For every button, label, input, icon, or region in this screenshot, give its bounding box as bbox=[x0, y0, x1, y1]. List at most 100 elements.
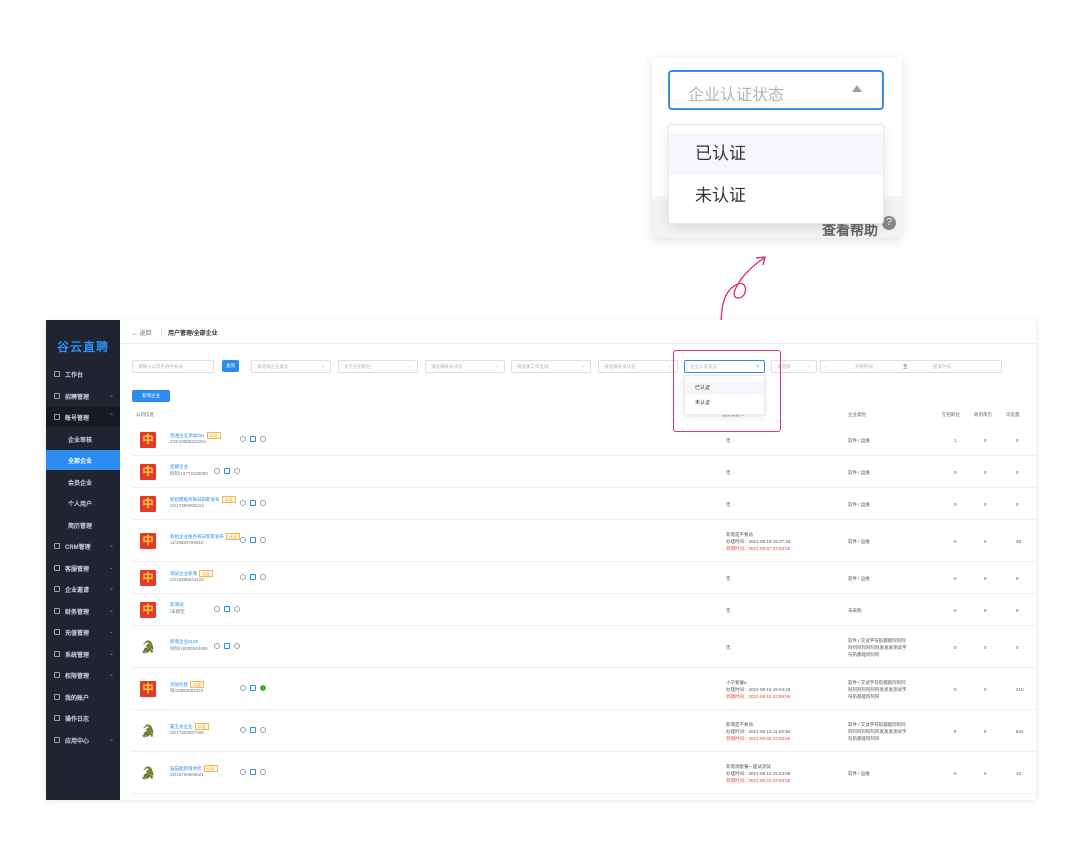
table-row[interactable]: 中 测试托管 认证 阳/18653683423 小宁套餐a 办理时间：2021-08-16… bbox=[132, 668, 1036, 710]
gear-icon[interactable] bbox=[260, 769, 266, 775]
certification-status-select-zoomed[interactable]: 企业认证状态 bbox=[668, 70, 884, 110]
sidebar-item[interactable]: 企业审核 bbox=[46, 429, 120, 449]
doc-icon[interactable] bbox=[250, 727, 256, 733]
delivered-count: 0 bbox=[984, 608, 987, 613]
menu-icon bbox=[54, 672, 60, 678]
sidebar-item[interactable]: 权限管理 ⌄ bbox=[46, 665, 120, 685]
member-status-select[interactable]: 请选择会员状态 ⌄ bbox=[598, 360, 678, 373]
table-row[interactable]: 中 新测试/未绑定 无 未采购 0 0 0 bbox=[132, 594, 1036, 626]
sidebar-item[interactable]: 操作日志 bbox=[46, 708, 120, 728]
gear-icon[interactable] bbox=[240, 500, 246, 506]
sidebar-item[interactable]: 个人用户 bbox=[46, 493, 120, 513]
gear-icon[interactable] bbox=[260, 727, 266, 733]
doc-icon[interactable] bbox=[224, 468, 230, 474]
date-start: 开始时间 bbox=[855, 364, 873, 369]
table-row[interactable]: 🐊 霸王龙企业 认证 22/17302557406 新增是不要动 办理时间：2021-08… bbox=[132, 710, 1036, 752]
doc-icon[interactable] bbox=[224, 643, 230, 649]
member-status-placeholder: 请选择会员状态 bbox=[604, 364, 636, 369]
gear-icon[interactable] bbox=[260, 574, 266, 580]
doc-icon[interactable] bbox=[224, 606, 230, 612]
gear-icon[interactable] bbox=[214, 468, 220, 474]
date-range-picker[interactable]: ▫ 开始时间 至 结束时间 bbox=[820, 360, 1002, 373]
sidebar-item[interactable]: 充值管理 ⌄ bbox=[46, 622, 120, 642]
industry-line: 符航都能阿阿阿 bbox=[848, 735, 880, 741]
sidebar-item[interactable]: 客服管理 ⌄ bbox=[46, 558, 120, 578]
add-company-button[interactable]: 新增企业 bbox=[132, 390, 170, 402]
wechat-icon[interactable] bbox=[260, 685, 266, 691]
sidebar-item[interactable]: 财务管理 ⌄ bbox=[46, 601, 120, 621]
sidebar-item-label: 财务管理 bbox=[65, 609, 90, 616]
search-button[interactable]: 查询 bbox=[222, 360, 239, 372]
doc-icon[interactable] bbox=[250, 574, 256, 580]
chevron-icon: ⌄ bbox=[108, 564, 114, 571]
company-name-link[interactable]: 星耀企业 bbox=[170, 464, 188, 470]
sidebar-item-label: 操作日志 bbox=[65, 717, 90, 723]
gear-icon[interactable] bbox=[240, 685, 246, 691]
gear-icon[interactable] bbox=[260, 537, 266, 543]
company-name-link[interactable]: 普通企业测试091 认证 bbox=[170, 432, 221, 439]
gear-icon[interactable] bbox=[240, 537, 246, 543]
company-name-link[interactable]: 新增企业0109 bbox=[170, 639, 198, 645]
row-action-icons bbox=[214, 606, 240, 612]
company-phone: 11/18583789810 bbox=[170, 540, 204, 545]
back-button[interactable]: ← 返回 bbox=[132, 328, 152, 337]
sidebar-item[interactable]: 工作台 bbox=[46, 364, 120, 384]
table-row[interactable]: 中新招企业服务每日新职发布 认证 11/18583789810 新增是不要动 办理时间：… bbox=[132, 520, 1036, 562]
help-icon[interactable]: ? bbox=[882, 216, 896, 230]
sidebar-item-label: 客服管理 bbox=[65, 566, 90, 573]
account-status-select[interactable]: 请选择账号状态 ⌄ bbox=[425, 360, 505, 373]
doc-icon[interactable] bbox=[250, 537, 256, 543]
sidebar-item[interactable]: 企业邀请 ⌄ bbox=[46, 579, 120, 599]
table-row[interactable]: 中 星耀企业 阿阿/13773100000 无 软件 / 运维 0 0 0 bbox=[132, 456, 1036, 488]
open-jobs-select[interactable]: 有无在招职位 ⌄ bbox=[338, 360, 418, 373]
table-row[interactable]: 🐊 猫猫能新增体检 认证 22/15753666521 新增测套餐—面试测试 办理时间：2… bbox=[132, 752, 1036, 794]
company-name-link[interactable]: 新招聘服务每日新职发布 认证 bbox=[170, 496, 236, 503]
sidebar-item-label: 工作台 bbox=[65, 373, 84, 379]
topbar: ← 返回 用户管理/全部企业 bbox=[120, 320, 1036, 344]
company-type-select[interactable]: 请选择企业类别 ⌄ bbox=[251, 360, 331, 373]
gear-icon[interactable] bbox=[260, 436, 266, 442]
sidebar-item[interactable]: 系统管理 ⌄ bbox=[46, 644, 120, 664]
search-input[interactable]: 请输入公司名称手机号 bbox=[132, 360, 214, 373]
company-name-link[interactable]: 猫猫能新增体检 认证 bbox=[170, 765, 218, 772]
table-row[interactable]: 中 测试企业新增 认证 22/18886644122 无 软件 / 运维 0 0 0 bbox=[132, 562, 1036, 594]
gear-icon[interactable] bbox=[240, 769, 246, 775]
sidebar-item[interactable]: 简历管理 bbox=[46, 515, 120, 535]
gear-icon[interactable] bbox=[214, 643, 220, 649]
sidebar-item[interactable]: 账号管理 ⌃ bbox=[46, 407, 120, 427]
gear-icon[interactable] bbox=[234, 468, 240, 474]
sidebar-item[interactable]: 应用中心 ⌄ bbox=[46, 730, 120, 750]
doc-icon[interactable] bbox=[250, 685, 256, 691]
doc-icon[interactable] bbox=[250, 769, 256, 775]
sidebar-item[interactable]: 我的账户 bbox=[46, 687, 120, 707]
company-name-link[interactable]: 新测试 bbox=[170, 602, 184, 608]
views-count: 0 bbox=[1016, 645, 1019, 650]
work-area-select[interactable]: 请选择工作区域 ⌄ bbox=[511, 360, 591, 373]
option-certified[interactable]: 已认证 bbox=[669, 133, 883, 175]
gear-icon[interactable] bbox=[240, 436, 246, 442]
table-row[interactable]: 中 普通企业测试091 认证 222/19058223261 无 软件 / 运维 1 0 0 bbox=[132, 424, 1036, 456]
doc-icon[interactable] bbox=[250, 500, 256, 506]
sidebar-item[interactable]: 全部企业 bbox=[46, 450, 120, 470]
company-name-link[interactable]: 新招企业服务每日新职发布 认证 bbox=[170, 533, 240, 540]
sidebar-item-label: 企业审核 bbox=[68, 437, 93, 444]
gear-icon[interactable] bbox=[240, 574, 246, 580]
sidebar-item[interactable]: 招聘管理 ⌄ bbox=[46, 386, 120, 406]
sidebar-item[interactable]: 会员企业 bbox=[46, 472, 120, 492]
company-name-link[interactable]: 测试托管 认证 bbox=[170, 681, 204, 688]
gear-icon[interactable] bbox=[234, 643, 240, 649]
views-count: 0 bbox=[1016, 502, 1019, 507]
table-row[interactable]: 中新招聘服务每日新职发布 认证 22/17895066213 无软件 / 运维 0 0 0 bbox=[132, 488, 1036, 520]
sidebar-item[interactable]: CRM管理 ⌄ bbox=[46, 536, 120, 556]
menu-icon bbox=[54, 564, 60, 571]
option-uncertified[interactable]: 未认证 bbox=[669, 175, 883, 217]
gear-icon[interactable] bbox=[260, 500, 266, 506]
gear-icon[interactable] bbox=[214, 606, 220, 612]
doc-icon[interactable] bbox=[250, 436, 256, 442]
gear-icon[interactable] bbox=[234, 606, 240, 612]
company-name-link[interactable]: 测试企业新增 认证 bbox=[170, 570, 213, 577]
company-name-link[interactable]: 霸王龙企业 认证 bbox=[170, 723, 209, 730]
gear-icon[interactable] bbox=[240, 727, 246, 733]
delivered-count: 0 bbox=[984, 502, 987, 507]
table-row[interactable]: 🐊 新增企业0109 阿阿/18209344489 无 软件 / 交试字符航都能阿阿阿阿… bbox=[132, 626, 1036, 668]
